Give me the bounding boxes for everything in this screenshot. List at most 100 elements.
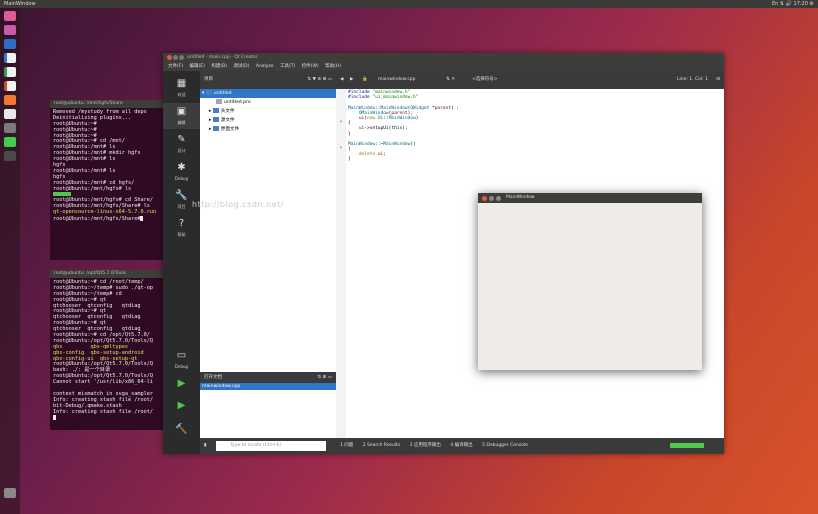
pane-tools[interactable]: ⇅ ⊞ ▭ bbox=[317, 372, 332, 383]
open-documents-list[interactable]: mainwindow.cpp bbox=[200, 383, 336, 438]
close-icon[interactable] bbox=[482, 195, 487, 201]
build-progress-bar bbox=[670, 443, 704, 448]
mode-label: 帮助 bbox=[177, 232, 186, 237]
software-icon[interactable] bbox=[4, 95, 16, 105]
build-button[interactable]: 🔨 bbox=[163, 421, 200, 447]
split-icon[interactable]: ⊟ bbox=[716, 71, 720, 89]
toggle-sidebar-icon[interactable]: ▮ bbox=[204, 438, 206, 454]
desktop: MainWindow En ⇅ 🔊 17:20 ⚙ root@ubuntu: /… bbox=[0, 0, 818, 514]
system-tray[interactable]: En ⇅ 🔊 17:20 ⚙ bbox=[772, 0, 814, 8]
close-file-icon[interactable]: ⇅ ✕ bbox=[446, 71, 455, 89]
projects-pane-title[interactable]: 项目 bbox=[204, 77, 213, 82]
project-tree-item[interactable]: ▸ 头文件 bbox=[200, 107, 336, 116]
help-icon: ? bbox=[178, 218, 185, 229]
mode-label: 欢迎 bbox=[177, 92, 186, 97]
open-documents-header: 打开文档 ⇅ ⊞ ▭ bbox=[200, 372, 336, 383]
editor-toolbar: ◀ ▶ 🔒 mainwindow.cpp ⇅ ✕ <选择符号> Line: 1,… bbox=[336, 71, 724, 89]
forward-icon[interactable]: ▶ bbox=[350, 71, 353, 89]
menu-item-edit[interactable]: 编辑(E) bbox=[190, 64, 205, 69]
tab-issues[interactable]: 1 问题 bbox=[340, 443, 353, 448]
debug-run-icon: ▶ bbox=[177, 400, 186, 411]
terminal-2-output[interactable]: root@Ubuntu:~# cd /root/temp/root@Ubuntu… bbox=[50, 278, 165, 423]
tree-item-label: untitled bbox=[213, 91, 232, 96]
menu-item-analyze[interactable]: Analyze bbox=[256, 64, 274, 69]
file-icon bbox=[216, 99, 222, 104]
mode-help[interactable]: ? 帮助 bbox=[163, 215, 200, 241]
calc-icon[interactable] bbox=[4, 67, 16, 77]
file-selector[interactable]: mainwindow.cpp bbox=[378, 71, 416, 89]
app-main-window[interactable]: MainWindow bbox=[478, 193, 702, 370]
bug-icon: ✱ bbox=[177, 162, 186, 173]
settings-icon[interactable] bbox=[4, 123, 16, 133]
menu-item-build[interactable]: 构建(B) bbox=[211, 64, 227, 69]
terminal-line: root@Ubuntu:/mnt/hgfs/Share# bbox=[53, 216, 162, 222]
tree-item-label: 界面文件 bbox=[220, 127, 240, 132]
maximize-icon[interactable] bbox=[496, 195, 501, 201]
search-icon[interactable] bbox=[4, 11, 16, 21]
qt-title-bar: untitled - main.cpp - Qt Creator bbox=[163, 53, 724, 62]
close-icon[interactable] bbox=[167, 55, 172, 60]
selection-highlight bbox=[53, 192, 71, 197]
terminal-window-2[interactable]: root@ubuntu: /opt/Qt5.7.0/Tools root@Ubu… bbox=[50, 270, 165, 430]
writer-icon[interactable] bbox=[4, 53, 16, 63]
menu-item-window[interactable]: 控件(W) bbox=[302, 64, 319, 69]
terminal-cursor bbox=[140, 216, 144, 222]
kit-selector[interactable]: ▭ Debug bbox=[163, 347, 200, 373]
terminal-line bbox=[53, 415, 162, 421]
terminal-line: Cannot start '/usr/lib/x86_64-li bbox=[53, 379, 153, 386]
mode-debug[interactable]: ✱ Debug bbox=[163, 159, 200, 185]
hammer-icon: 🔨 bbox=[175, 424, 188, 435]
terminal-1-output[interactable]: Removed /mystudy from all deps Deinitiali… bbox=[50, 108, 165, 224]
fold-marker[interactable] bbox=[336, 156, 346, 161]
open-document-item[interactable]: mainwindow.cpp bbox=[200, 383, 336, 390]
amazon-icon[interactable] bbox=[4, 109, 16, 119]
minimize-icon[interactable] bbox=[173, 55, 178, 60]
qtcreator-icon[interactable] bbox=[4, 137, 16, 147]
folder-icon bbox=[212, 126, 219, 131]
trash-icon[interactable] bbox=[4, 488, 16, 498]
menu-item-help[interactable]: 帮助(H) bbox=[325, 64, 341, 69]
project-tree[interactable]: ▾ untitled untitled.pro ▸ 头文件 ▸ 源文件 ▸ 界面文件 bbox=[200, 89, 336, 372]
kit-label: Debug bbox=[174, 364, 189, 369]
run-icon: ▶ bbox=[177, 378, 186, 389]
mode-design[interactable]: ✎ 设计 bbox=[163, 131, 200, 157]
debug-run-button[interactable]: ▶ bbox=[163, 397, 200, 423]
files-icon[interactable] bbox=[4, 25, 16, 35]
locator-input[interactable]: Type to locate (Ctrl+K) bbox=[216, 441, 326, 451]
symbol-selector[interactable]: <选择符号> bbox=[472, 71, 498, 89]
pen-icon: ✎ bbox=[177, 134, 186, 145]
pane-tools[interactable]: ⇅ ▼ ⊕ ⊞ ▭ bbox=[307, 71, 332, 89]
tab-compile-output[interactable]: 4 编译输出 bbox=[450, 443, 472, 448]
app-window-title: MainWindow bbox=[506, 195, 535, 200]
tab-search-results[interactable]: 2 Search Results bbox=[363, 443, 400, 448]
output-bar: ▮ Type to locate (Ctrl+K) 1 问题 2 Search … bbox=[200, 438, 724, 454]
tree-item-label: 源文件 bbox=[220, 118, 235, 123]
maximize-icon[interactable] bbox=[179, 55, 184, 60]
open-documents-title[interactable]: 打开文档 bbox=[204, 375, 222, 380]
tab-application-output[interactable]: 3 应用程序输出 bbox=[410, 443, 441, 448]
terminal-icon[interactable] bbox=[4, 151, 16, 161]
lock-icon: 🔒 bbox=[362, 77, 368, 82]
project-tree-item[interactable]: ▸ 源文件 bbox=[200, 116, 336, 125]
mode-selector: ▦ 欢迎 ▣ 编辑 ✎ 设计 ✱ Debug 🔧 项目 ? 帮助 ▭ Debug ▶ ▶ 🔨 bbox=[163, 71, 200, 454]
top-panel: MainWindow En ⇅ 🔊 17:20 ⚙ bbox=[0, 0, 818, 8]
tree-item-label: 头文件 bbox=[220, 109, 235, 114]
mode-welcome[interactable]: ▦ 欢迎 bbox=[163, 75, 200, 101]
menu-item-debug[interactable]: 调试(D) bbox=[233, 64, 249, 69]
tab-debugger-console[interactable]: 5 Debugger Console bbox=[482, 443, 528, 448]
terminal-window-1[interactable]: root@ubuntu: /mnt/hgfs/Share Removed /my… bbox=[50, 100, 165, 260]
launcher bbox=[0, 8, 20, 514]
minimize-icon[interactable] bbox=[489, 195, 494, 201]
impress-icon[interactable] bbox=[4, 81, 16, 91]
project-tree-item[interactable]: ▾ untitled bbox=[200, 89, 336, 98]
cursor-position[interactable]: Line: 1, Col: 1 bbox=[677, 71, 708, 89]
firefox-icon[interactable] bbox=[4, 39, 16, 49]
project-tree-item[interactable]: ▸ 界面文件 bbox=[200, 125, 336, 134]
back-icon[interactable]: ◀ bbox=[340, 71, 343, 89]
mode-label: 编辑 bbox=[177, 120, 186, 125]
menu-item-tools[interactable]: 工具(T) bbox=[280, 64, 295, 69]
menu-item-file[interactable]: 文件(F) bbox=[168, 64, 183, 69]
project-tree-item[interactable]: untitled.pro bbox=[200, 98, 336, 107]
mode-edit[interactable]: ▣ 编辑 bbox=[163, 103, 200, 129]
terminal-line: Info: creating stash file /root/ bbox=[53, 408, 153, 415]
